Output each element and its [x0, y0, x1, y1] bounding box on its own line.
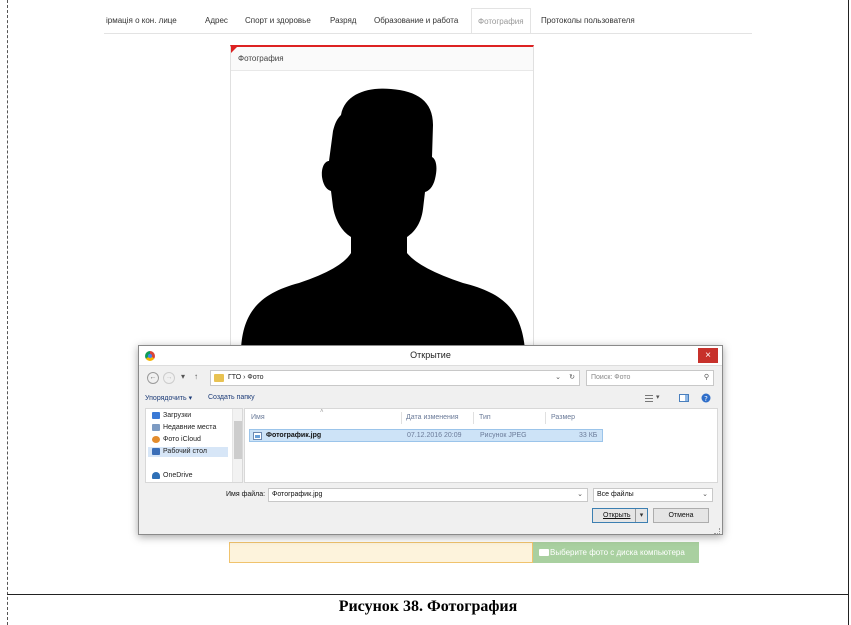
dialog-titlebar: Открытие × — [139, 346, 722, 366]
filename-label: Имя файла: — [226, 491, 266, 498]
open-button-label: Открыть — [603, 512, 631, 519]
tab-education-work[interactable]: Образование и работа — [372, 8, 460, 33]
search-input[interactable]: Поиск: Фото ⚲ — [586, 370, 714, 386]
nav-item-icloud-photos[interactable]: Фото iCloud — [152, 435, 201, 445]
dialog-navigation-bar: ← → ▾ ↑ ГТО › Фото ⌄ ↻ Поиск: Фото ⚲ — [139, 367, 722, 389]
nav-item-recent-places[interactable]: Недавние места — [152, 423, 216, 433]
search-icon: ⚲ — [703, 374, 709, 381]
view-dropdown-icon[interactable]: ▾ — [656, 393, 660, 401]
filename-field[interactable]: Фотографик.jpg ⌄ — [268, 488, 588, 502]
choose-photo-button[interactable]: Выберите фото с диска компьютера — [533, 542, 699, 563]
address-bar[interactable]: ГТО › Фото ⌄ ↻ — [210, 370, 580, 386]
filetype-select[interactable]: Все файлы ⌄ — [593, 488, 713, 502]
file-modified: 07.12.2016 20:09 — [407, 432, 462, 439]
forward-icon[interactable]: → — [163, 372, 175, 384]
desktop-icon — [152, 447, 160, 455]
file-row-selected[interactable]: Фотографик.jpg 07.12.2016 20:09 Рисунок … — [249, 429, 603, 442]
file-name: Фотографик.jpg — [266, 432, 322, 439]
column-header-name[interactable]: Имя — [251, 414, 265, 421]
filename-history-dropdown-icon[interactable]: ⌄ — [577, 489, 583, 501]
panel-corner-marker — [231, 47, 238, 54]
column-header-size[interactable]: Размер — [551, 414, 575, 421]
open-button[interactable]: Открыть ▾ — [592, 508, 648, 523]
photo-panel-title: Фотография — [231, 47, 533, 71]
file-size: 33 КБ — [579, 432, 598, 439]
photo-path-input[interactable] — [229, 542, 533, 563]
organize-menu-button[interactable]: Упорядочить ▾ — [145, 394, 192, 402]
page-border-left — [7, 0, 8, 625]
resize-grip-icon[interactable] — [714, 528, 720, 534]
scrollbar-thumb[interactable] — [234, 421, 242, 459]
refresh-icon[interactable]: ↻ — [569, 371, 575, 385]
new-folder-button[interactable]: Создать папку — [208, 394, 255, 401]
onedrive-icon — [152, 471, 160, 479]
file-type: Рисунок JPEG — [480, 432, 527, 439]
dialog-footer: Имя файла: Фотографик.jpg ⌄ Все файлы ⌄ … — [139, 484, 722, 536]
nav-item-onedrive[interactable]: OneDrive — [152, 471, 193, 481]
svg-text:?: ? — [704, 395, 708, 403]
tab-photo[interactable]: Фотография — [471, 8, 531, 33]
sort-ascending-icon: ˄ — [320, 409, 324, 415]
figure-caption: Рисунок 38. Фотография — [338, 598, 518, 615]
caption-divider — [7, 594, 849, 595]
tab-contact-info[interactable]: ірмація о кон. лице — [104, 8, 179, 33]
help-icon[interactable]: ? — [701, 393, 711, 403]
column-separator — [545, 412, 546, 424]
icloud-photos-icon — [152, 435, 160, 443]
folder-icon — [214, 374, 224, 382]
navigation-pane: Загрузки Недавние места Фото iCloud Рабо… — [145, 408, 243, 483]
column-header-modified[interactable]: Дата изменения — [406, 414, 459, 421]
file-list-pane: Имя ˄ Дата изменения Тип Размер Фотограф… — [244, 408, 718, 483]
navigation-scrollbar[interactable] — [232, 409, 242, 482]
nav-item-desktop[interactable]: Рабочий стол — [148, 447, 228, 457]
breadcrumb: ГТО › Фото — [228, 374, 264, 381]
view-options-icon[interactable] — [644, 393, 654, 403]
nav-item-downloads[interactable]: Загрузки — [152, 411, 191, 421]
dialog-toolbar: Упорядочить ▾ Создать папку ▾ ? — [139, 391, 722, 407]
column-separator — [473, 412, 474, 424]
filename-value: Фотографик.jpg — [272, 491, 323, 498]
profile-tabs: ірмація о кон. лице Адрес Спорт и здоров… — [104, 8, 752, 34]
up-arrow-icon[interactable]: ↑ — [194, 372, 198, 381]
back-icon[interactable]: ← — [147, 372, 159, 384]
search-placeholder: Поиск: Фото — [591, 374, 631, 381]
recent-locations-chevron-icon[interactable]: ▾ — [181, 372, 185, 381]
open-file-dialog: Открытие × ← → ▾ ↑ ГТО › Фото ⌄ ↻ Поиск:… — [138, 345, 723, 535]
column-header-type[interactable]: Тип — [479, 414, 491, 421]
photo-panel: Фотография — [230, 45, 534, 350]
jpeg-file-icon — [253, 432, 262, 440]
recent-places-icon — [152, 423, 160, 431]
camera-icon — [539, 549, 549, 557]
address-dropdown-icon[interactable]: ⌄ — [555, 371, 561, 385]
downloads-icon — [152, 411, 160, 419]
tab-user-protocols[interactable]: Протоколы пользователя — [539, 8, 637, 33]
preview-pane-icon[interactable] — [679, 393, 689, 403]
tab-address[interactable]: Адрес — [203, 8, 230, 33]
filetype-value: Все файлы — [597, 491, 634, 498]
choose-photo-label: Выберите фото с диска компьютера — [550, 548, 685, 557]
avatar-placeholder-silhouette-icon — [241, 88, 525, 349]
cancel-button[interactable]: Отмена — [653, 508, 709, 523]
tab-rank[interactable]: Разряд — [328, 8, 358, 33]
filetype-dropdown-icon: ⌄ — [702, 491, 708, 498]
dialog-title: Открытие — [410, 350, 451, 360]
column-separator — [401, 412, 402, 424]
open-options-dropdown-icon[interactable]: ▾ — [635, 509, 647, 522]
page-border-right — [848, 0, 849, 625]
close-button[interactable]: × — [698, 348, 718, 363]
tab-sport-health[interactable]: Спорт и здоровье — [243, 8, 313, 33]
